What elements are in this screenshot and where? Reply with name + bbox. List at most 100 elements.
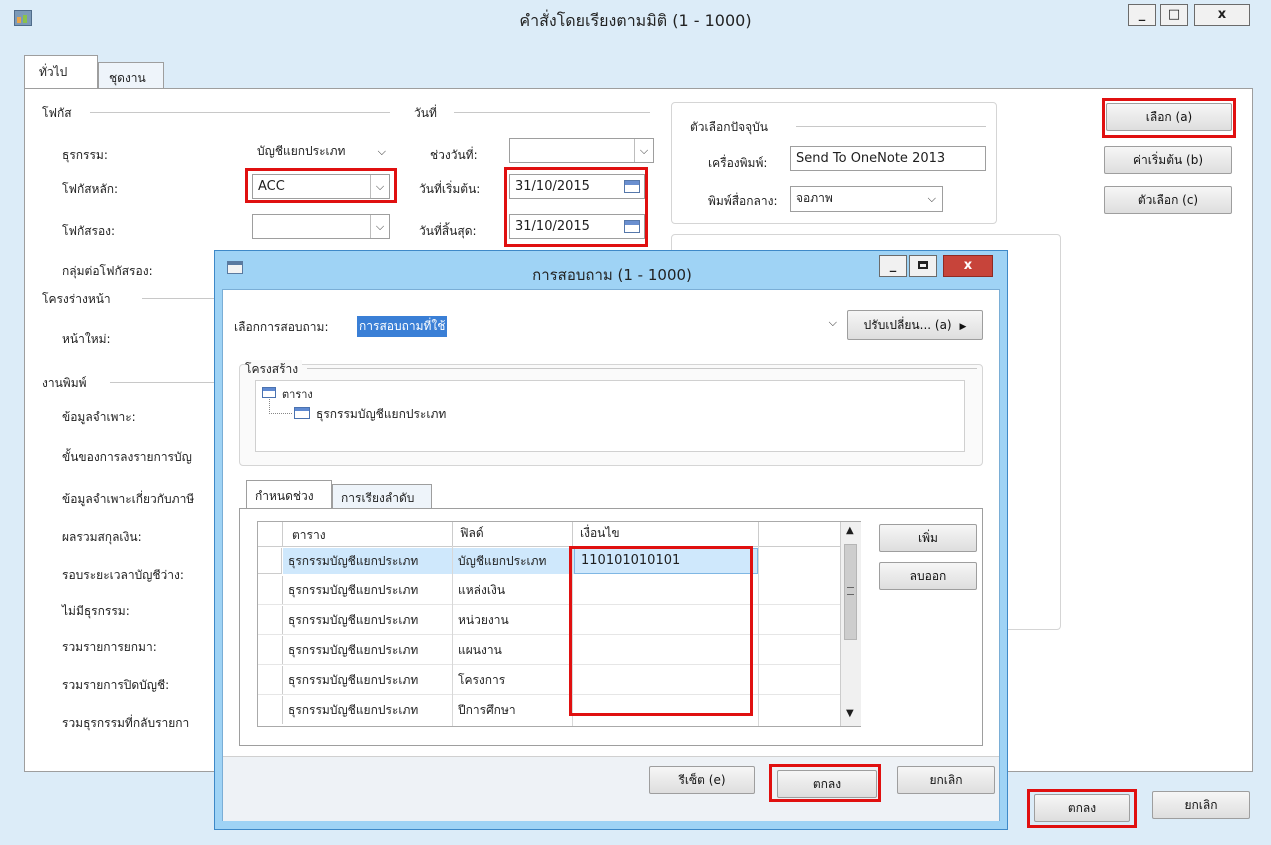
- chevron-down-icon: ⌵: [370, 175, 389, 198]
- start-date-label: วันที่เริ่มต้น:: [419, 182, 481, 196]
- print-label-6: รวมรายการยกมา:: [62, 640, 157, 654]
- print-medium-value: จอภาพ: [796, 191, 833, 205]
- tab-batch[interactable]: ชุดงาน: [98, 62, 164, 89]
- sub-focus-group-label: กลุ่มต่อโฟกัสรอง:: [62, 264, 153, 278]
- print-label-7: รวมรายการปิดบัญชี:: [62, 678, 170, 692]
- modify-button[interactable]: ปรับเปลี่ยน... (a) ▶: [847, 310, 983, 340]
- tab-general[interactable]: ทั่วไป: [24, 55, 98, 89]
- defaults-button[interactable]: ค่าเริ่มต้น (b): [1104, 146, 1232, 174]
- end-date-value: 31/10/2015: [515, 219, 590, 234]
- start-date-value: 31/10/2015: [515, 179, 590, 194]
- interval-label: ช่วงวันที่:: [430, 148, 478, 162]
- interval-combo[interactable]: ⌵: [509, 138, 654, 163]
- focus-group-rule: [90, 112, 390, 113]
- secondary-focus-combo[interactable]: ⌵: [252, 214, 390, 239]
- add-button[interactable]: เพิ่ม: [879, 524, 977, 552]
- printer-value: Send To OneNote 2013: [796, 151, 946, 166]
- main-focus-label: โฟกัสหลัก:: [62, 182, 119, 196]
- row-field-cell: โครงการ: [458, 673, 506, 687]
- row-field-cell: บัญชีแยกประเภท: [458, 554, 547, 568]
- row-criteria-cell[interactable]: 110101010101: [574, 548, 758, 574]
- date-group-title: วันที่: [414, 104, 441, 123]
- window-title: คำสั่งโดยเรียงตามมิติ (1 - 1000): [519, 11, 752, 30]
- grid-header: ตาราง ฟิลด์ เงื่อนไข: [258, 522, 840, 547]
- current-options-title: ตัวเลือกปัจจุบัน: [690, 118, 772, 137]
- select-query-combo[interactable]: การสอบถามที่ใช้ ⌵: [355, 314, 841, 338]
- print-label-0: ข้อมูลจำเพาะ:: [62, 410, 136, 424]
- transaction-combo[interactable]: บัญชีแยกประเภท ⌵: [252, 140, 390, 165]
- printer-label: เครื่องพิมพ์:: [708, 156, 768, 170]
- layout-group-rule: [142, 298, 222, 299]
- start-date-field[interactable]: 31/10/2015: [509, 174, 645, 199]
- minimize-button[interactable]: _: [1128, 4, 1156, 26]
- select-query-value: การสอบถามที่ใช้: [357, 316, 448, 337]
- tab-general-label: ทั่วไป: [39, 65, 68, 79]
- tab-sorting-label: การเรียงลำดับ: [341, 491, 415, 505]
- grid-scrollbar[interactable]: ▲ ▼: [840, 522, 861, 726]
- dialog-minimize-button[interactable]: _: [879, 255, 907, 277]
- select-button[interactable]: เลือก (a): [1106, 103, 1232, 131]
- structure-tree: ตาราง ธุรกรรมบัญชีแยกประเภท: [255, 380, 965, 452]
- current-options-rule: [796, 126, 986, 127]
- grid-header-field[interactable]: ฟิลด์: [460, 522, 484, 544]
- end-date-field[interactable]: 31/10/2015: [509, 214, 645, 239]
- grid-header-table[interactable]: ตาราง: [292, 524, 326, 546]
- print-label-4: รอบระยะเวลาบัญชีว่าง:: [62, 568, 184, 582]
- chevron-down-icon: ⌵: [634, 139, 653, 162]
- table-row[interactable]: ธุรกรรมบัญชีแยกประเภท หน่วยงาน: [258, 606, 840, 635]
- row-table-cell: ธุรกรรมบัญชีแยกประเภท: [288, 613, 419, 627]
- row-field-cell: ปีการศึกษา: [458, 703, 516, 717]
- transaction-label: ธุรกรรม:: [62, 148, 108, 162]
- print-label-5: ไม่มีธุรกรรม:: [62, 604, 130, 618]
- calendar-icon[interactable]: [624, 180, 640, 193]
- dialog-maximize-button[interactable]: [909, 255, 937, 277]
- dialog-cancel-button[interactable]: ยกเลิก: [897, 766, 995, 794]
- calendar-icon[interactable]: [624, 220, 640, 233]
- table-row[interactable]: ธุรกรรมบัญชีแยกประเภท โครงการ: [258, 666, 840, 695]
- row-criteria-value: 110101010101: [581, 553, 681, 568]
- tab-sorting[interactable]: การเรียงลำดับ: [332, 484, 432, 509]
- triangle-right-icon: ▶: [959, 322, 967, 332]
- table-row[interactable]: ธุรกรรมบัญชีแยกประเภท บัญชีแยกประเภท 110…: [258, 548, 840, 574]
- main-cancel-button[interactable]: ยกเลิก: [1152, 791, 1250, 819]
- transaction-value: บัญชีแยกประเภท: [257, 144, 346, 158]
- print-label-2: ข้อมูลจำเพาะเกี่ยวกับภาษี: [62, 492, 195, 506]
- ranges-grid: ตาราง ฟิลด์ เงื่อนไข ธุรกรรมบัญชีแยกประเ…: [257, 521, 861, 727]
- row-table-cell: ธุรกรรมบัญชีแยกประเภท: [288, 554, 419, 568]
- table-row[interactable]: ธุรกรรมบัญชีแยกประเภท แผนงาน: [258, 636, 840, 665]
- focus-group-title: โฟกัส: [42, 104, 76, 123]
- tree-connector: [269, 399, 292, 414]
- print-group-rule: [110, 382, 220, 383]
- structure-title: โครงสร้าง: [245, 360, 303, 379]
- reset-button[interactable]: รีเซ็ต (e): [649, 766, 755, 794]
- table-tree-icon: [294, 407, 310, 419]
- print-medium-combo[interactable]: จอภาพ ⌵: [790, 186, 943, 212]
- date-group-rule: [454, 112, 650, 113]
- chevron-down-icon[interactable]: ▼: [846, 708, 854, 719]
- scrollbar-thumb[interactable]: [844, 544, 857, 640]
- printer-field[interactable]: Send To OneNote 2013: [790, 146, 986, 171]
- tab-ranges[interactable]: กำหนดช่วง: [246, 480, 332, 509]
- print-label-1: ขั้นของการลงรายการบัญ: [62, 450, 192, 464]
- row-table-cell: ธุรกรรมบัญชีแยกประเภท: [288, 583, 419, 597]
- options-button[interactable]: ตัวเลือก (c): [1104, 186, 1232, 214]
- maximize-button[interactable]: □: [1160, 4, 1188, 26]
- end-date-label: วันที่สิ้นสุด:: [419, 224, 477, 238]
- chevron-down-icon: ⌵: [927, 192, 936, 205]
- main-focus-combo[interactable]: ACC ⌵: [252, 174, 390, 199]
- remove-button[interactable]: ลบออก: [879, 562, 977, 590]
- close-button[interactable]: x: [1194, 4, 1250, 26]
- main-ok-button[interactable]: ตกลง: [1034, 794, 1130, 822]
- chevron-down-icon: ⌵: [377, 145, 386, 158]
- secondary-focus-label: โฟกัสรอง:: [62, 224, 116, 238]
- table-row[interactable]: ธุรกรรมบัญชีแยกประเภท ปีการศึกษา: [258, 696, 840, 724]
- table-tree-icon: [262, 387, 276, 398]
- print-label-8: รวมธุรกรรมที่กลับรายกา: [62, 716, 190, 730]
- tree-child[interactable]: ธุรกรรมบัญชีแยกประเภท: [316, 405, 446, 424]
- grid-header-criteria[interactable]: เงื่อนไข: [580, 522, 620, 544]
- dialog-ok-button[interactable]: ตกลง: [777, 770, 877, 798]
- table-row[interactable]: ธุรกรรมบัญชีแยกประเภท แหล่งเงิน: [258, 576, 840, 605]
- query-dialog: การสอบถาม (1 - 1000) _ x เลือกการสอบถาม:…: [214, 250, 1008, 830]
- dialog-close-button[interactable]: x: [943, 255, 993, 277]
- chevron-up-icon[interactable]: ▲: [846, 525, 854, 536]
